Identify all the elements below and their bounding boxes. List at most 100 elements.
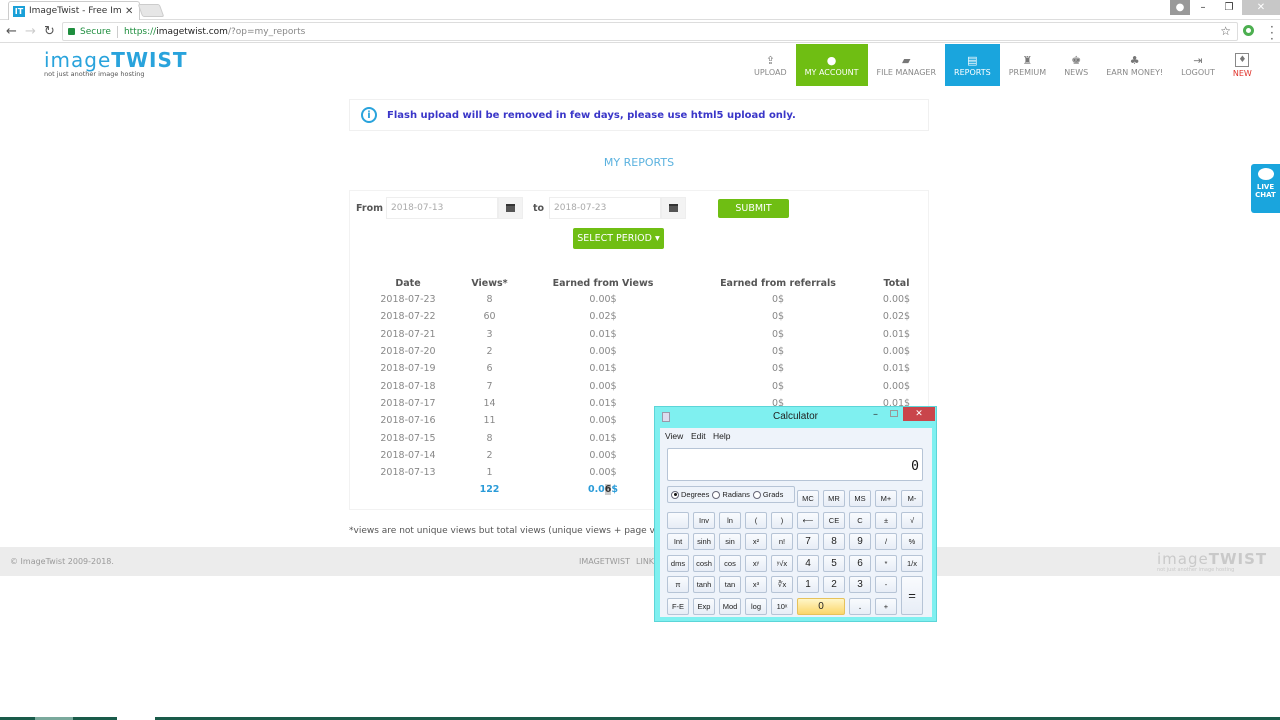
calc-key[interactable]: *: [875, 554, 897, 572]
mode-grads[interactable]: Grads: [752, 490, 783, 499]
submit-button[interactable]: SUBMIT: [718, 199, 789, 218]
cell-date: 2018-07-20: [380, 346, 436, 358]
calc-key[interactable]: 9: [849, 533, 871, 550]
calc-key[interactable]: x²: [745, 533, 767, 550]
profile-icon[interactable]: ●: [1170, 0, 1190, 15]
calc-key[interactable]: M+: [875, 490, 897, 507]
calc-key[interactable]: .: [849, 597, 871, 615]
calc-key[interactable]: sinh: [693, 533, 715, 550]
calc-menu-edit[interactable]: Edit: [691, 431, 706, 441]
forward-icon[interactable]: →: [21, 24, 40, 39]
browser-tab[interactable]: IT ImageTwist - Free Image ✕: [8, 1, 140, 20]
calc-key[interactable]: log: [745, 597, 767, 615]
calc-key[interactable]: n!: [771, 533, 793, 550]
calc-key[interactable]: %: [901, 533, 923, 550]
calc-key[interactable]: =: [901, 576, 923, 615]
calc-key[interactable]: 7: [797, 533, 819, 550]
calc-key[interactable]: MC: [797, 490, 819, 507]
minimize-button[interactable]: –: [1190, 0, 1216, 15]
calc-key[interactable]: cosh: [693, 554, 715, 572]
calc-key[interactable]: 4: [797, 554, 819, 572]
calc-key[interactable]: ±: [875, 511, 897, 529]
calc-key[interactable]: sin: [719, 533, 741, 550]
live-chat-button[interactable]: LIVE CHAT: [1251, 164, 1280, 213]
calc-key[interactable]: [667, 511, 689, 529]
calc-key[interactable]: 5: [823, 554, 845, 572]
calculator-window[interactable]: Calculator – ✕ View Edit Help 0 Degrees …: [654, 406, 937, 622]
bullhorn-icon: ♚: [1071, 53, 1082, 67]
calc-key[interactable]: MR: [823, 490, 845, 507]
calc-key[interactable]: xʸ: [745, 554, 767, 572]
url-input[interactable]: Secure https://imagetwist.com/?op=my_rep…: [62, 22, 1238, 41]
from-calendar-button[interactable]: [498, 197, 523, 219]
to-date-input[interactable]: 2018-07-23: [549, 197, 661, 219]
calc-key[interactable]: ⟵: [797, 511, 819, 529]
calc-maximize-button[interactable]: [890, 410, 898, 417]
calc-key[interactable]: (: [745, 511, 767, 529]
calc-key[interactable]: π: [667, 576, 689, 593]
mode-degrees[interactable]: Degrees: [671, 490, 709, 499]
site-logo[interactable]: imageTWIST not just another image hostin…: [44, 50, 188, 78]
calc-key[interactable]: 1: [797, 576, 819, 593]
calc-key[interactable]: dms: [667, 554, 689, 572]
maximize-button[interactable]: ❐: [1216, 0, 1242, 15]
nav-premium[interactable]: ♜ PREMIUM: [1000, 44, 1055, 86]
calc-key[interactable]: ln: [719, 511, 741, 529]
footer-link-imagetwist[interactable]: IMAGETWIST: [579, 557, 630, 566]
nav-new[interactable]: ♦ NEW: [1224, 44, 1261, 86]
calc-key[interactable]: 3: [849, 576, 871, 593]
calc-menu-view[interactable]: View: [665, 431, 683, 441]
calc-key[interactable]: 0: [797, 597, 845, 615]
col-earned-referrals: Earned from referrals: [720, 277, 836, 289]
calc-key[interactable]: cos: [719, 554, 741, 572]
calc-key[interactable]: √: [901, 511, 923, 529]
back-icon[interactable]: ←: [2, 24, 21, 39]
reload-icon[interactable]: ↻: [40, 24, 59, 39]
browser-menu-icon[interactable]: · · ·: [1270, 21, 1274, 45]
calc-key[interactable]: Exp: [693, 597, 715, 615]
mode-radians[interactable]: Radians: [712, 490, 750, 499]
calc-key[interactable]: /: [875, 533, 897, 550]
nav-earn-money[interactable]: ♣ EARN MONEY!: [1097, 44, 1172, 86]
calc-key[interactable]: tanh: [693, 576, 715, 593]
calc-key[interactable]: 8: [823, 533, 845, 550]
calc-key[interactable]: C: [849, 511, 871, 529]
calc-key[interactable]: 1/x: [901, 554, 923, 572]
calc-key[interactable]: -: [875, 576, 897, 593]
nav-my-account[interactable]: ● MY ACCOUNT: [795, 44, 868, 86]
footer-link-links[interactable]: LINK: [636, 557, 654, 566]
extension-icon[interactable]: [1243, 25, 1254, 36]
nav-news[interactable]: ♚ NEWS: [1055, 44, 1097, 86]
new-tab-button[interactable]: [137, 4, 165, 17]
calc-key[interactable]: CE: [823, 511, 845, 529]
calc-key[interactable]: x³: [745, 576, 767, 593]
nav-file-manager[interactable]: ▰ FILE MANAGER: [868, 44, 946, 86]
calc-key[interactable]: MS: [849, 490, 871, 507]
calc-minimize-button[interactable]: –: [873, 409, 878, 420]
to-calendar-button[interactable]: [661, 197, 686, 219]
bookmark-star-icon[interactable]: ☆: [1220, 24, 1231, 38]
calc-key[interactable]: Inv: [693, 511, 715, 529]
nav-upload[interactable]: ⇪ UPLOAD: [745, 44, 796, 86]
calc-key[interactable]: Int: [667, 533, 689, 550]
calc-key[interactable]: 6: [849, 554, 871, 572]
close-window-button[interactable]: ✕: [1242, 0, 1280, 15]
calc-key[interactable]: ∛x: [771, 576, 793, 593]
calc-key[interactable]: Mod: [719, 597, 741, 615]
calc-menu-help[interactable]: Help: [713, 431, 730, 441]
calc-key[interactable]: ʸ√x: [771, 554, 793, 572]
calc-key[interactable]: 2: [823, 576, 845, 593]
calc-key[interactable]: tan: [719, 576, 741, 593]
cell-date: 2018-07-15: [380, 432, 436, 444]
nav-logout[interactable]: ⇥ LOGOUT: [1172, 44, 1224, 86]
select-period-dropdown[interactable]: SELECT PERIOD ▾: [573, 228, 664, 249]
calc-key[interactable]: 10ˣ: [771, 597, 793, 615]
calc-key[interactable]: F-E: [667, 597, 689, 615]
calc-key[interactable]: M-: [901, 490, 923, 507]
calc-key[interactable]: +: [875, 597, 897, 615]
from-date-input[interactable]: 2018-07-13: [386, 197, 498, 219]
calc-key[interactable]: ): [771, 511, 793, 529]
close-tab-icon[interactable]: ✕: [125, 6, 133, 17]
nav-reports[interactable]: ▤ REPORTS: [945, 44, 1000, 86]
calc-close-button[interactable]: ✕: [903, 407, 935, 421]
